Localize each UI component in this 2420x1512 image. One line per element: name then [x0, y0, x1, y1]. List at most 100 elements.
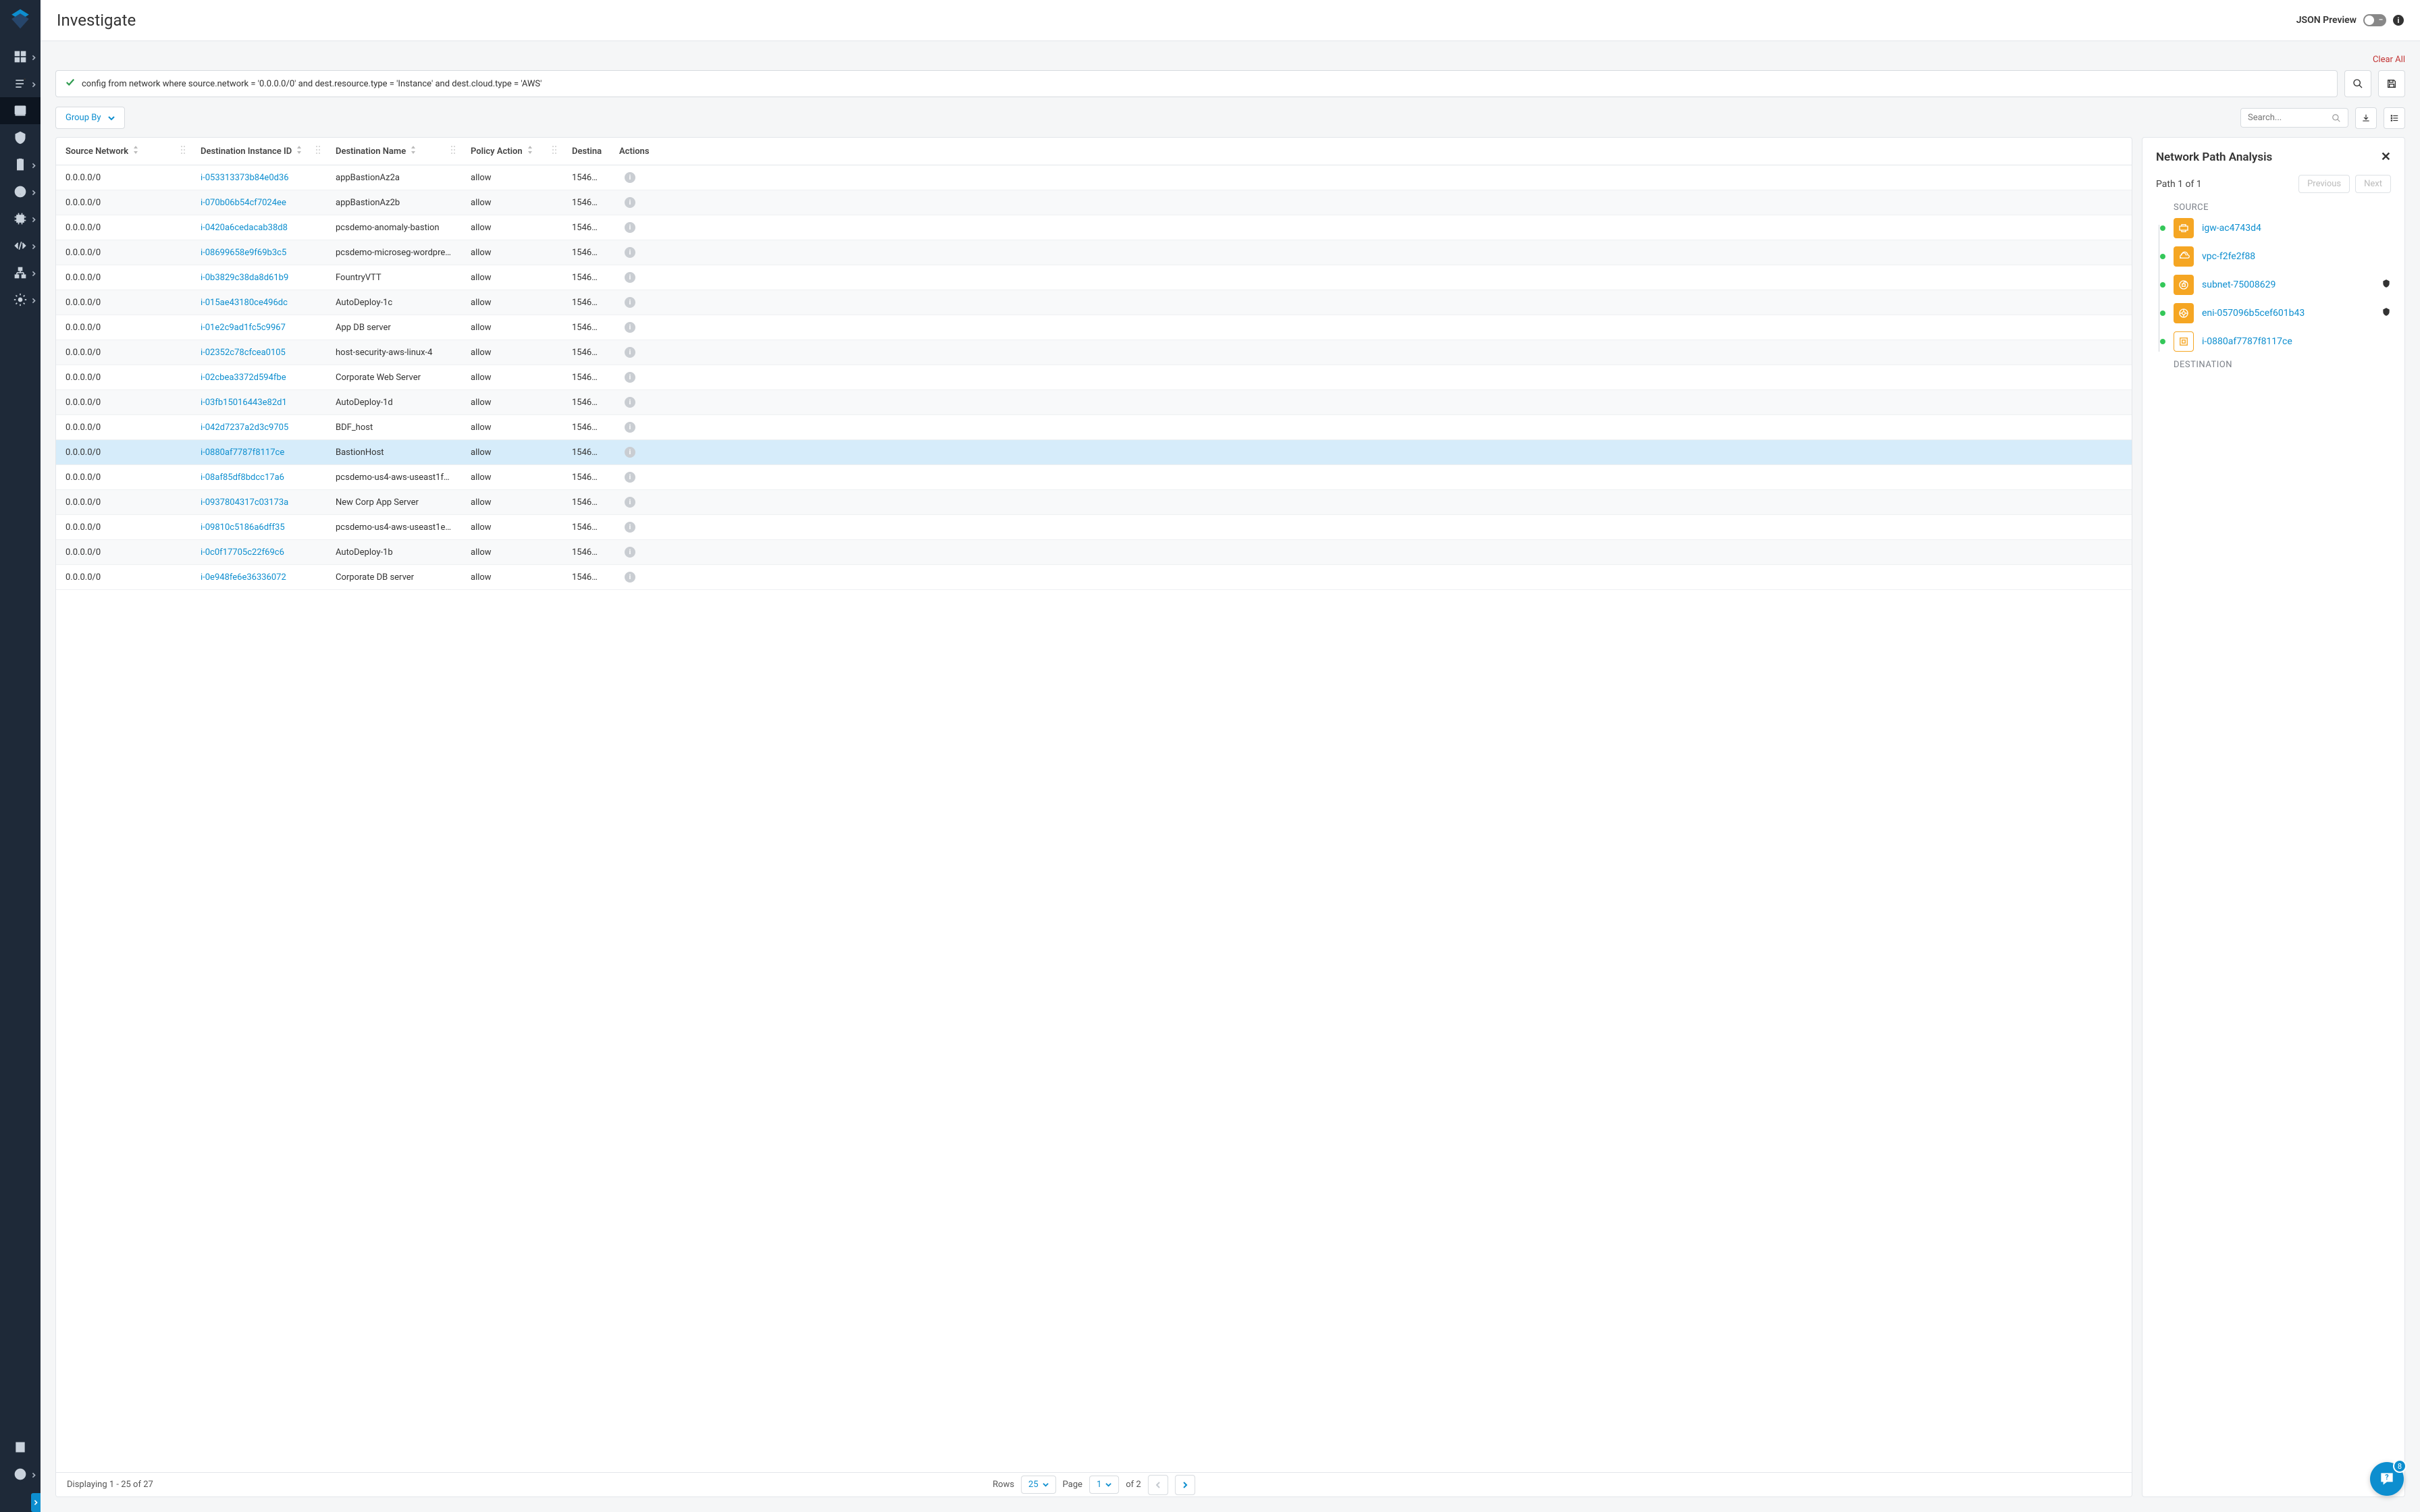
help-button[interactable]: 8 ? — [2370, 1462, 2404, 1496]
table-row[interactable]: 0.0.0.0/0i-0e948fe6e36336072Corporate DB… — [56, 565, 2132, 590]
row-info-icon[interactable]: i — [625, 197, 635, 208]
path-count: Path 1 of 1 — [2156, 179, 2202, 190]
table-row[interactable]: 0.0.0.0/0i-0b3829c38da8d61b9FountryVTTal… — [56, 265, 2132, 290]
cell-instance-id[interactable]: i-0e948fe6e36336072 — [191, 566, 326, 589]
table-row[interactable]: 0.0.0.0/0i-070b06b54cf7024eeappBastionAz… — [56, 190, 2132, 215]
table-row[interactable]: 0.0.0.0/0i-08699658e9f69b3c5pcsdemo-micr… — [56, 240, 2132, 265]
row-info-icon[interactable]: i — [625, 397, 635, 408]
cell-instance-id[interactable]: i-0420a6cedacab38d8 — [191, 216, 326, 240]
previous-path-button[interactable]: Previous — [2298, 175, 2350, 193]
cell-instance-id[interactable]: i-0880af7787f8117ce — [191, 441, 326, 464]
cell-instance-id[interactable]: i-08699658e9f69b3c5 — [191, 241, 326, 265]
table-search[interactable] — [2240, 108, 2348, 128]
cell-instance-id[interactable]: i-02cbea3372d594fbe — [191, 366, 326, 389]
sidebar-expand-button[interactable] — [31, 1493, 41, 1512]
query-input[interactable]: config from network where source.network… — [55, 70, 2338, 97]
drag-icon[interactable] — [552, 145, 557, 157]
table-row[interactable]: 0.0.0.0/0i-03fb15016443e82d1AutoDeploy-1… — [56, 390, 2132, 415]
row-info-icon[interactable]: i — [625, 522, 635, 533]
cell-instance-id[interactable]: i-0c0f17705c22f69c6 — [191, 541, 326, 564]
nav-investigate[interactable] — [0, 97, 41, 124]
row-info-icon[interactable]: i — [625, 372, 635, 383]
nav-dashboard[interactable] — [0, 43, 41, 70]
path-node-link[interactable]: vpc-f2fe2f88 — [2202, 251, 2391, 262]
table-row[interactable]: 0.0.0.0/0i-015ae43180ce496dcAutoDeploy-1… — [56, 290, 2132, 315]
row-info-icon[interactable]: i — [625, 572, 635, 583]
table-search-input[interactable] — [2248, 113, 2332, 123]
path-node-link[interactable]: igw-ac4743d4 — [2202, 223, 2391, 234]
nav-settings[interactable] — [0, 286, 41, 313]
columns-button[interactable] — [2384, 107, 2405, 129]
row-info-icon[interactable]: i — [625, 297, 635, 308]
path-node-link[interactable]: subnet-75008629 — [2202, 279, 2373, 290]
close-icon[interactable]: ✕ — [2381, 150, 2391, 164]
row-info-icon[interactable]: i — [625, 272, 635, 283]
cell-instance-id[interactable]: i-09810c5186a6dff35 — [191, 516, 326, 539]
cell-instance-id[interactable]: i-042d7237a2d3c9705 — [191, 416, 326, 439]
table-row[interactable]: 0.0.0.0/0i-0880af7787f8117ceBastionHosta… — [56, 440, 2132, 465]
col-source-network[interactable]: Source Network — [56, 138, 191, 165]
drag-icon[interactable] — [315, 145, 321, 157]
json-preview-toggle[interactable]: – — [2363, 14, 2386, 26]
brand-logo — [9, 8, 31, 30]
row-info-icon[interactable]: i — [625, 172, 635, 183]
row-info-icon[interactable]: i — [625, 322, 635, 333]
row-info-icon[interactable]: i — [625, 472, 635, 483]
save-button[interactable] — [2378, 70, 2405, 97]
table-row[interactable]: 0.0.0.0/0i-0c0f17705c22f69c6AutoDeploy-1… — [56, 540, 2132, 565]
table-row[interactable]: 0.0.0.0/0i-042d7237a2d3c9705BDF_hostallo… — [56, 415, 2132, 440]
cell-instance-id[interactable]: i-0937804317c03173a — [191, 491, 326, 514]
row-info-icon[interactable]: i — [625, 347, 635, 358]
cell-instance-id[interactable]: i-015ae43180ce496dc — [191, 291, 326, 315]
nav-inventory[interactable] — [0, 70, 41, 97]
group-by-dropdown[interactable]: Group By — [55, 107, 125, 129]
row-info-icon[interactable]: i — [625, 447, 635, 458]
cell-instance-id[interactable]: i-02352c78cfcea0105 — [191, 341, 326, 364]
cell-instance-id[interactable]: i-03fb15016443e82d1 — [191, 391, 326, 414]
drag-icon[interactable] — [450, 145, 456, 157]
table-row[interactable]: 0.0.0.0/0i-0420a6cedacab38d8pcsdemo-anom… — [56, 215, 2132, 240]
table-row[interactable]: 0.0.0.0/0i-08af85df8bdcc17a6pcsdemo-us4-… — [56, 465, 2132, 490]
next-path-button[interactable]: Next — [2355, 175, 2391, 193]
cell-source: 0.0.0.0/0 — [56, 416, 191, 439]
table-row[interactable]: 0.0.0.0/0i-09810c5186a6dff35pcsdemo-us4-… — [56, 515, 2132, 540]
table-row[interactable]: 0.0.0.0/0i-01e2c9ad1fc5c9967App DB serve… — [56, 315, 2132, 340]
row-info-icon[interactable]: i — [625, 547, 635, 558]
nav-bookmarks[interactable] — [0, 1434, 41, 1461]
row-info-icon[interactable]: i — [625, 497, 635, 508]
col-dest-instance-id[interactable]: Destination Instance ID — [191, 138, 326, 165]
search-button[interactable] — [2344, 70, 2371, 97]
path-node-link[interactable]: eni-057096b5cef601b43 — [2202, 308, 2373, 319]
nav-network[interactable] — [0, 259, 41, 286]
col-policy-action[interactable]: Policy Action — [461, 138, 562, 165]
download-button[interactable] — [2355, 107, 2377, 129]
table-row[interactable]: 0.0.0.0/0i-0937804317c03173aNew Corp App… — [56, 490, 2132, 515]
table-row[interactable]: 0.0.0.0/0i-053313373b84e0d36appBastionAz… — [56, 165, 2132, 190]
cell-instance-id[interactable]: i-0b3829c38da8d61b9 — [191, 266, 326, 290]
table-row[interactable]: 0.0.0.0/0i-02cbea3372d594fbeCorporate We… — [56, 365, 2132, 390]
row-info-icon[interactable]: i — [625, 247, 635, 258]
clear-all-link[interactable]: Clear All — [2373, 55, 2405, 65]
cell-instance-id[interactable]: i-08af85df8bdcc17a6 — [191, 466, 326, 489]
nav-compute[interactable] — [0, 205, 41, 232]
info-icon[interactable]: i — [2393, 15, 2404, 26]
nav-profile[interactable] — [0, 1461, 41, 1488]
col-dest-name[interactable]: Destination Name — [326, 138, 461, 165]
nav-policies[interactable] — [0, 124, 41, 151]
table-row[interactable]: 0.0.0.0/0i-02352c78cfcea0105host-securit… — [56, 340, 2132, 365]
nav-compliance[interactable] — [0, 151, 41, 178]
path-node-link[interactable]: i-0880af7787f8117ce — [2202, 336, 2391, 347]
nav-alerts[interactable] — [0, 178, 41, 205]
rows-per-page-select[interactable]: 25 — [1021, 1476, 1056, 1494]
row-info-icon[interactable]: i — [625, 422, 635, 433]
prev-page-button[interactable] — [1148, 1475, 1168, 1495]
row-info-icon[interactable]: i — [625, 222, 635, 233]
page-number-select[interactable]: 1 — [1089, 1476, 1119, 1494]
col-destination[interactable]: Destina — [562, 138, 610, 165]
nav-code[interactable] — [0, 232, 41, 259]
drag-icon[interactable] — [180, 145, 186, 157]
cell-instance-id[interactable]: i-053313373b84e0d36 — [191, 166, 326, 190]
cell-instance-id[interactable]: i-070b06b54cf7024ee — [191, 191, 326, 215]
cell-instance-id[interactable]: i-01e2c9ad1fc5c9967 — [191, 316, 326, 340]
next-page-button[interactable] — [1175, 1475, 1195, 1495]
